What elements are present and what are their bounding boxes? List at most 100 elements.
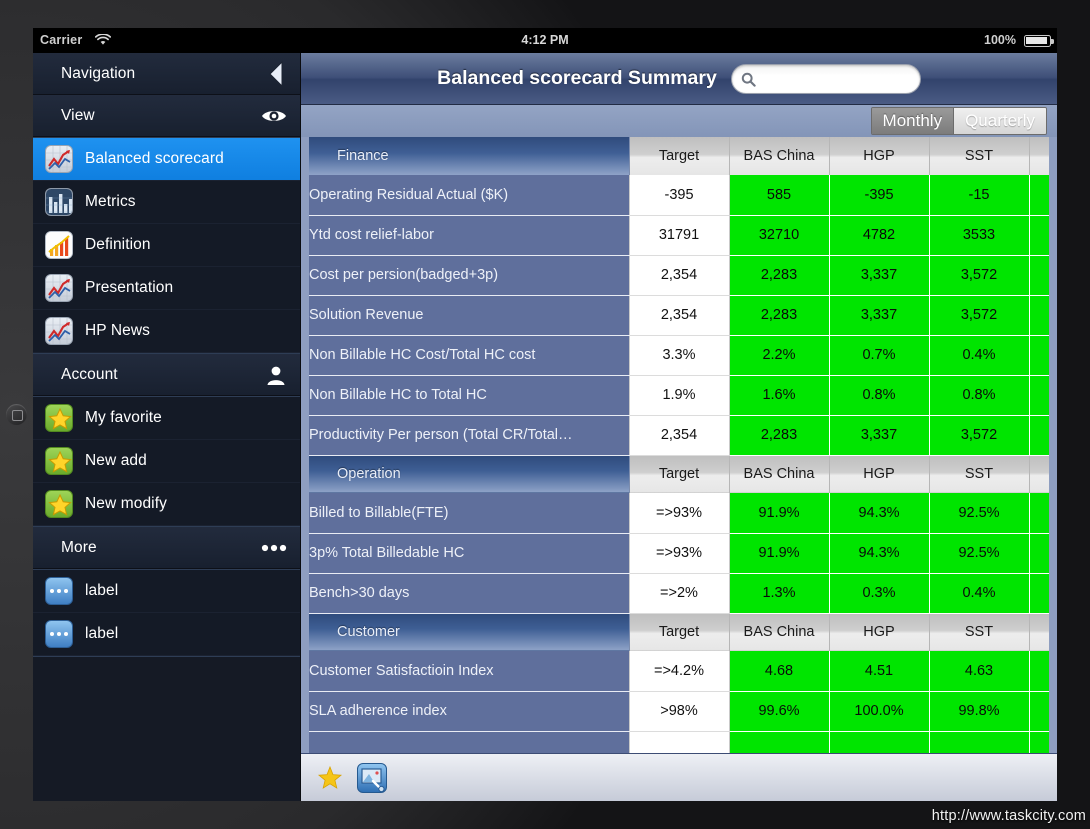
sidebar-item-metrics[interactable]: Metrics bbox=[33, 181, 300, 224]
sidebar-group-navigation: Balanced scorecard Metrics Definition Pr… bbox=[33, 137, 300, 354]
metric-name: Ytd cost relief-labor bbox=[309, 215, 629, 256]
column-header: Target bbox=[629, 455, 730, 493]
table-row[interactable]: Cost per persion(badged+3p) 2,354 2,283 3,3… bbox=[309, 255, 1049, 296]
metric-value: 2.2% bbox=[729, 335, 830, 376]
table-row[interactable]: Productivity Per person (Total CR/Total…… bbox=[309, 415, 1049, 456]
metric-value-cut bbox=[1029, 731, 1049, 754]
table-row[interactable]: Operating Residual Actual ($K) -395 585 -39… bbox=[309, 175, 1049, 216]
sidebar-item-label-2[interactable]: label bbox=[33, 613, 300, 656]
metric-value: 3,337 bbox=[829, 415, 930, 456]
table-row[interactable]: Customer Satisfactioin Index =>4.2% 4.68 4.… bbox=[309, 651, 1049, 692]
metric-value: 0.3% bbox=[829, 573, 930, 614]
sidebar-item-my-favorite[interactable]: My favorite bbox=[33, 397, 300, 440]
sidebar-header-view[interactable]: View bbox=[33, 95, 300, 137]
sidebar-item-new-add[interactable]: New add bbox=[33, 440, 300, 483]
metric-target: 2,354 bbox=[628, 415, 730, 456]
metric-value: 4.51 bbox=[829, 651, 930, 692]
column-header: Target bbox=[629, 613, 730, 651]
eye-icon[interactable] bbox=[261, 95, 287, 136]
metric-value: 0.4% bbox=[929, 573, 1030, 614]
sidebar-header-navigation[interactable]: Navigation bbox=[33, 53, 300, 95]
column-header: SST bbox=[929, 613, 1030, 651]
table-row[interactable]: Billed to Billable(FTE) =>93% 91.9% 94.3% 92… bbox=[309, 493, 1049, 534]
metric-value-cut bbox=[1029, 215, 1049, 256]
sidebar-item-definition[interactable]: Definition bbox=[33, 224, 300, 267]
metric-value: 0.7% bbox=[829, 335, 930, 376]
metric-name: Solution Revenue bbox=[309, 295, 629, 336]
metric-value: 0.8% bbox=[929, 375, 1030, 416]
metric-value: 92.5% bbox=[929, 493, 1030, 534]
metric-value-cut bbox=[1029, 415, 1049, 456]
search-input[interactable] bbox=[759, 64, 914, 93]
star-icon bbox=[45, 404, 73, 432]
metric-value-cut bbox=[1029, 533, 1049, 574]
metric-value: 2,283 bbox=[729, 295, 830, 336]
table-row[interactable]: Non Billable HC Cost/Total HC cost 3.3% 2.… bbox=[309, 335, 1049, 376]
star-icon[interactable] bbox=[317, 765, 343, 791]
screen: Carrier 4:12 PM 100% Navigation View Bal… bbox=[33, 28, 1057, 801]
metric-target bbox=[628, 731, 730, 754]
sidebar-item-label: Definition bbox=[85, 236, 151, 253]
table-row[interactable]: SLA adherence index >98% 99.6% 100.0% 99.8% bbox=[309, 691, 1049, 732]
scorecard-table: Finance Target BAS China HGP SST Operating Re… bbox=[309, 137, 1049, 754]
column-header: BAS China bbox=[729, 455, 830, 493]
table-row[interactable]: Bench>30 days =>2% 1.3% 0.3% 0.4% bbox=[309, 573, 1049, 614]
metric-value bbox=[729, 731, 830, 754]
battery-percent-label: 100% bbox=[984, 33, 1016, 47]
sidebar-item-label: My favorite bbox=[85, 409, 162, 426]
ellipsis-box-icon bbox=[45, 620, 73, 648]
sidebar-item-new-modify[interactable]: New modify bbox=[33, 483, 300, 526]
sidebar-item-presentation[interactable]: Presentation bbox=[33, 267, 300, 310]
sidebar-item-balanced-scorecard[interactable]: Balanced scorecard bbox=[33, 138, 300, 181]
metric-value: 4782 bbox=[829, 215, 930, 256]
metric-name: Operating Residual Actual ($K) bbox=[309, 175, 629, 216]
metric-value: -395 bbox=[829, 175, 930, 216]
person-icon[interactable] bbox=[265, 354, 287, 395]
column-header: SST bbox=[929, 137, 1030, 175]
metric-value: 1.3% bbox=[729, 573, 830, 614]
line-chart-grid-icon bbox=[45, 317, 73, 345]
table-row[interactable]: Solution Revenue 2,354 2,283 3,337 3,572 bbox=[309, 295, 1049, 336]
sidebar-group-account: My favorite New add New modify bbox=[33, 396, 300, 527]
table-section-header: Customer Target BAS China HGP SST bbox=[309, 613, 1049, 651]
metric-value: -15 bbox=[929, 175, 1030, 216]
search-box[interactable] bbox=[730, 63, 921, 94]
section-title: Finance bbox=[309, 137, 630, 175]
metric-value-cut bbox=[1029, 573, 1049, 614]
title-bar: Balanced scorecard Summary bbox=[301, 53, 1057, 105]
sidebar-item-label: label bbox=[85, 625, 119, 642]
segment-monthly[interactable]: Monthly bbox=[871, 108, 954, 134]
column-header: Target bbox=[629, 137, 730, 175]
sidebar-item-label: New add bbox=[85, 452, 147, 469]
sidebar-header-more[interactable]: More bbox=[33, 527, 300, 569]
ellipsis-icon[interactable] bbox=[261, 527, 287, 568]
home-button[interactable] bbox=[6, 404, 27, 425]
table-row[interactable]: 3p% Total Billedable HC =>93% 91.9% 94.3% 92… bbox=[309, 533, 1049, 574]
image-tool-icon[interactable] bbox=[357, 762, 387, 793]
column-header: HGP bbox=[829, 137, 930, 175]
sidebar-group-more: label label bbox=[33, 569, 300, 657]
watermark: http://www.taskcity.com bbox=[931, 808, 1086, 824]
table-section-header: Finance Target BAS China HGP SST bbox=[309, 137, 1049, 175]
sidebar-item-label: New modify bbox=[85, 495, 167, 512]
metric-name: Cost per persion(badged+3p) bbox=[309, 255, 629, 296]
segment-quarterly[interactable]: Quarterly bbox=[953, 108, 1046, 134]
table-row[interactable]: Non Billable HC to Total HC 1.9% 1.6% 0.8% 0… bbox=[309, 375, 1049, 416]
column-header: BAS China bbox=[729, 137, 830, 175]
period-segmented-control[interactable]: Monthly Quarterly bbox=[870, 107, 1047, 135]
metric-value: 100.0% bbox=[829, 691, 930, 732]
device-frame: Carrier 4:12 PM 100% Navigation View Bal… bbox=[0, 0, 1090, 829]
table-row[interactable]: Ytd cost relief-labor 31791 32710 4782 3533 bbox=[309, 215, 1049, 256]
scorecard-table-container[interactable]: Finance Target BAS China HGP SST Operating Re… bbox=[309, 137, 1049, 773]
metric-value bbox=[829, 731, 930, 754]
metric-value: 2,283 bbox=[729, 255, 830, 296]
sidebar-item-hp-news[interactable]: HP News bbox=[33, 310, 300, 353]
sidebar-item-label-1[interactable]: label bbox=[33, 570, 300, 613]
bottom-toolbar bbox=[301, 753, 1057, 801]
table-row[interactable] bbox=[309, 730, 1049, 754]
chevron-left-icon[interactable] bbox=[265, 53, 287, 94]
sidebar-header-account[interactable]: Account bbox=[33, 354, 300, 396]
battery-full-icon bbox=[1024, 35, 1054, 47]
metric-value-cut bbox=[1029, 295, 1049, 336]
definition-chart-icon bbox=[45, 231, 73, 259]
